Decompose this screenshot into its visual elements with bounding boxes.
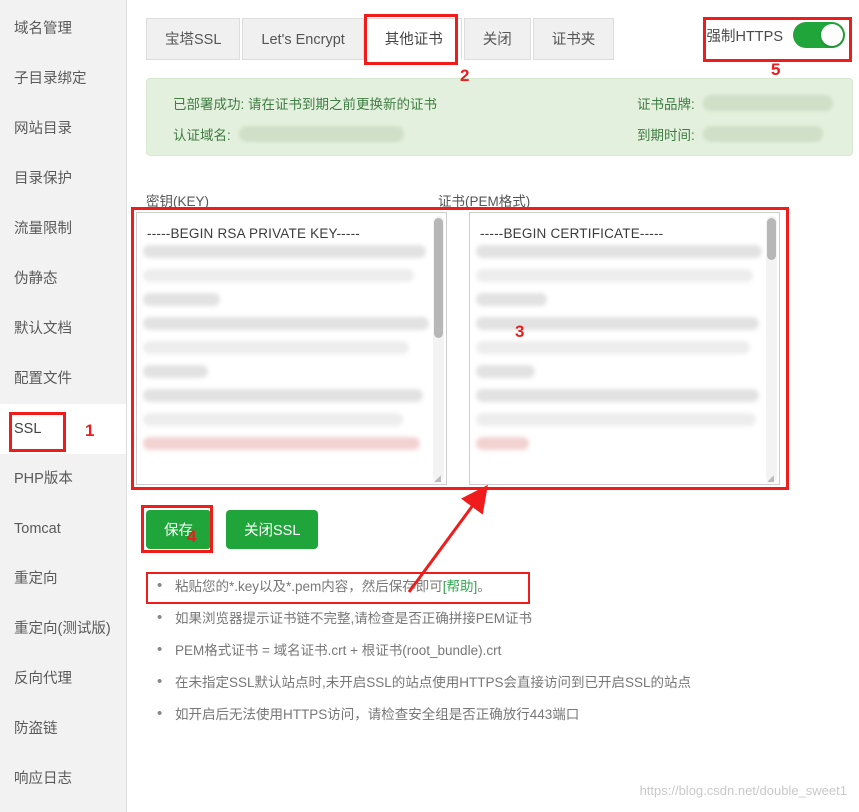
sidebar-item-16[interactable]: 响应日志: [0, 754, 126, 804]
help-note-text-after: 。: [477, 579, 491, 594]
sidebar-item-label: 重定向(测试版): [14, 621, 111, 637]
sidebar-nav: 域名管理子目录绑定网站目录目录保护流量限制伪静态默认文档配置文件 SSL PHP版本…: [0, 0, 127, 812]
deploy-status-banner: 已部署成功: 请在证书到期之前更换新的证书 认证域名: 证书品牌: 到期时间:: [146, 78, 853, 156]
tab-5[interactable]: 证书夹: [532, 18, 615, 60]
key-first-line: -----BEGIN RSA PRIVATE KEY-----: [147, 226, 360, 241]
sidebar-item-label: 响应日志: [14, 771, 72, 787]
pem-scrollbar-thumb[interactable]: [767, 218, 776, 260]
key-scrollbar[interactable]: [433, 216, 444, 482]
save-button[interactable]: 保存: [146, 510, 211, 549]
sidebar-item-label: 默认文档: [14, 321, 72, 337]
sidebar-item-label: 伪静态: [14, 271, 58, 287]
banner-expire-row: 到期时间:: [637, 124, 823, 144]
key-textarea-label: 密钥(KEY): [146, 194, 210, 209]
help-note-item: 如果浏览器提示证书链不完整,请检查是否正确拼接PEM证书: [153, 609, 691, 627]
sidebar-item-10[interactable]: PHP版本: [0, 454, 126, 504]
help-note-text: 如开启后无法使用HTTPS访问，请检查安全组是否正确放行443端口: [175, 707, 580, 722]
tab-3[interactable]: 其他证书: [365, 18, 462, 60]
help-note-item: 如开启后无法使用HTTPS访问，请检查安全组是否正确放行443端口: [153, 705, 691, 723]
key-content-redacted: [137, 241, 446, 450]
sidebar-item-5[interactable]: 流量限制: [0, 204, 126, 254]
sidebar-item-9[interactable]: SSL: [0, 404, 126, 454]
annotation-2: 2: [460, 66, 470, 85]
sidebar-item-label: 目录保护: [14, 171, 72, 187]
banner-brand-row: 证书品牌:: [637, 93, 833, 113]
tab-label: 关闭: [482, 32, 512, 48]
cert-brand-label: 证书品牌:: [637, 97, 695, 112]
pem-resize-grip[interactable]: ◢: [767, 473, 777, 483]
help-note-text: 如果浏览器提示证书链不完整,请检查是否正确拼接PEM证书: [175, 611, 533, 626]
sidebar-item-14[interactable]: 反向代理: [0, 654, 126, 704]
expire-time-label: 到期时间:: [637, 128, 695, 143]
sidebar-item-label: 反向代理: [14, 671, 72, 687]
cert-brand-value-redacted: [702, 95, 833, 111]
tab-label: 宝塔SSL: [165, 32, 222, 48]
sidebar-item-1[interactable]: 域名管理: [0, 4, 126, 54]
sidebar-item-11[interactable]: Tomcat: [0, 504, 126, 554]
watermark-text: https://blog.csdn.net/double_sweet1: [639, 783, 847, 798]
tab-4[interactable]: 关闭: [463, 18, 531, 60]
tab-label: Let's Encrypt: [261, 32, 345, 48]
sidebar-item-15[interactable]: 防盗链: [0, 704, 126, 754]
pem-first-line: -----BEGIN CERTIFICATE-----: [480, 226, 664, 241]
pem-textarea[interactable]: -----BEGIN CERTIFICATE----- ◢: [469, 212, 780, 485]
help-note-text: 在未指定SSL默认站点时,未开启SSL的站点使用HTTPS会直接访问到已开启SS…: [175, 675, 692, 690]
tab-1[interactable]: 宝塔SSL: [146, 18, 241, 60]
key-scrollbar-thumb[interactable]: [434, 218, 443, 338]
pem-textarea-label: 证书(PEM格式): [438, 194, 531, 209]
sidebar-item-label: 流量限制: [14, 221, 72, 237]
banner-status-row: 已部署成功: 请在证书到期之前更换新的证书: [173, 93, 437, 113]
key-textarea[interactable]: -----BEGIN RSA PRIVATE KEY----- ◢: [136, 212, 447, 485]
tab-label: 其他证书: [384, 32, 443, 48]
deploy-status-text: 已部署成功: 请在证书到期之前更换新的证书: [173, 97, 438, 112]
main-content: 宝塔SSL Let's Encrypt 其他证书 关闭 证书夹 强制HTTPS 已部署成…: [127, 0, 859, 812]
key-resize-grip[interactable]: ◢: [434, 473, 444, 483]
sidebar-item-3[interactable]: 网站目录: [0, 104, 126, 154]
toggle-knob: [821, 24, 843, 46]
sidebar-item-6[interactable]: 伪静态: [0, 254, 126, 304]
annotation-5: 5: [771, 60, 781, 79]
app-window: 域名管理子目录绑定网站目录目录保护流量限制伪静态默认文档配置文件 SSL PHP版本…: [0, 0, 859, 812]
sidebar-item-label: SSL: [14, 421, 42, 437]
auth-domain-value-redacted: [238, 126, 404, 142]
sidebar-item-label: PHP版本: [14, 471, 73, 487]
auth-domain-label: 认证域名:: [173, 128, 231, 143]
annotation-1: 1: [85, 421, 95, 440]
help-note-text: PEM格式证书 = 域名证书.crt + 根证书(root_bundle).cr…: [175, 643, 502, 658]
sidebar-item-label: 配置文件: [14, 371, 72, 387]
sidebar-item-12[interactable]: 重定向: [0, 554, 126, 604]
help-note-item: 在未指定SSL默认站点时,未开启SSL的站点使用HTTPS会直接访问到已开启SS…: [153, 673, 692, 691]
sidebar-item-label: Tomcat: [14, 521, 61, 537]
pem-scrollbar[interactable]: [766, 216, 777, 482]
expire-time-value-redacted: [702, 126, 823, 142]
sidebar-item-label: 域名管理: [14, 21, 72, 37]
help-note-item: 粘贴您的*.key以及*.pem内容，然后保存即可[帮助]。: [153, 577, 691, 595]
annotation-4: 4: [187, 527, 197, 546]
banner-domain-row: 认证域名:: [173, 124, 404, 144]
sidebar-item-label: 子目录绑定: [14, 71, 87, 87]
certificate-tabbar: 宝塔SSL Let's Encrypt 其他证书 关闭 证书夹: [146, 18, 616, 60]
force-https-toggle[interactable]: 强制HTTPS: [706, 22, 845, 48]
sidebar-item-2[interactable]: 子目录绑定: [0, 54, 126, 104]
pem-content-redacted: [470, 241, 779, 450]
tab-label: 证书夹: [551, 32, 596, 48]
help-link[interactable]: [帮助]: [443, 579, 478, 594]
sidebar-item-label: 重定向: [14, 571, 58, 587]
sidebar-item-4[interactable]: 目录保护: [0, 154, 126, 204]
help-note-text: 粘贴您的*.key以及*.pem内容，然后保存即可: [175, 579, 443, 594]
toggle-switch[interactable]: [793, 22, 845, 48]
sidebar-item-label: 防盗链: [14, 721, 58, 737]
close-ssl-button[interactable]: 关闭SSL: [226, 510, 319, 549]
help-note-item: PEM格式证书 = 域名证书.crt + 根证书(root_bundle).cr…: [153, 641, 691, 659]
force-https-label: 强制HTTPS: [706, 28, 783, 45]
annotation-3: 3: [515, 322, 525, 341]
action-buttons: 保存 关闭SSL: [146, 510, 319, 549]
sidebar-item-label: 网站目录: [14, 121, 72, 137]
sidebar-item-7[interactable]: 默认文档: [0, 304, 126, 354]
sidebar-item-8[interactable]: 配置文件: [0, 354, 126, 404]
help-notes-list: 粘贴您的*.key以及*.pem内容，然后保存即可[帮助]。如果浏览器提示证书链…: [153, 577, 692, 738]
sidebar-item-13[interactable]: 重定向(测试版): [0, 604, 126, 654]
tab-2[interactable]: Let's Encrypt: [242, 18, 364, 60]
